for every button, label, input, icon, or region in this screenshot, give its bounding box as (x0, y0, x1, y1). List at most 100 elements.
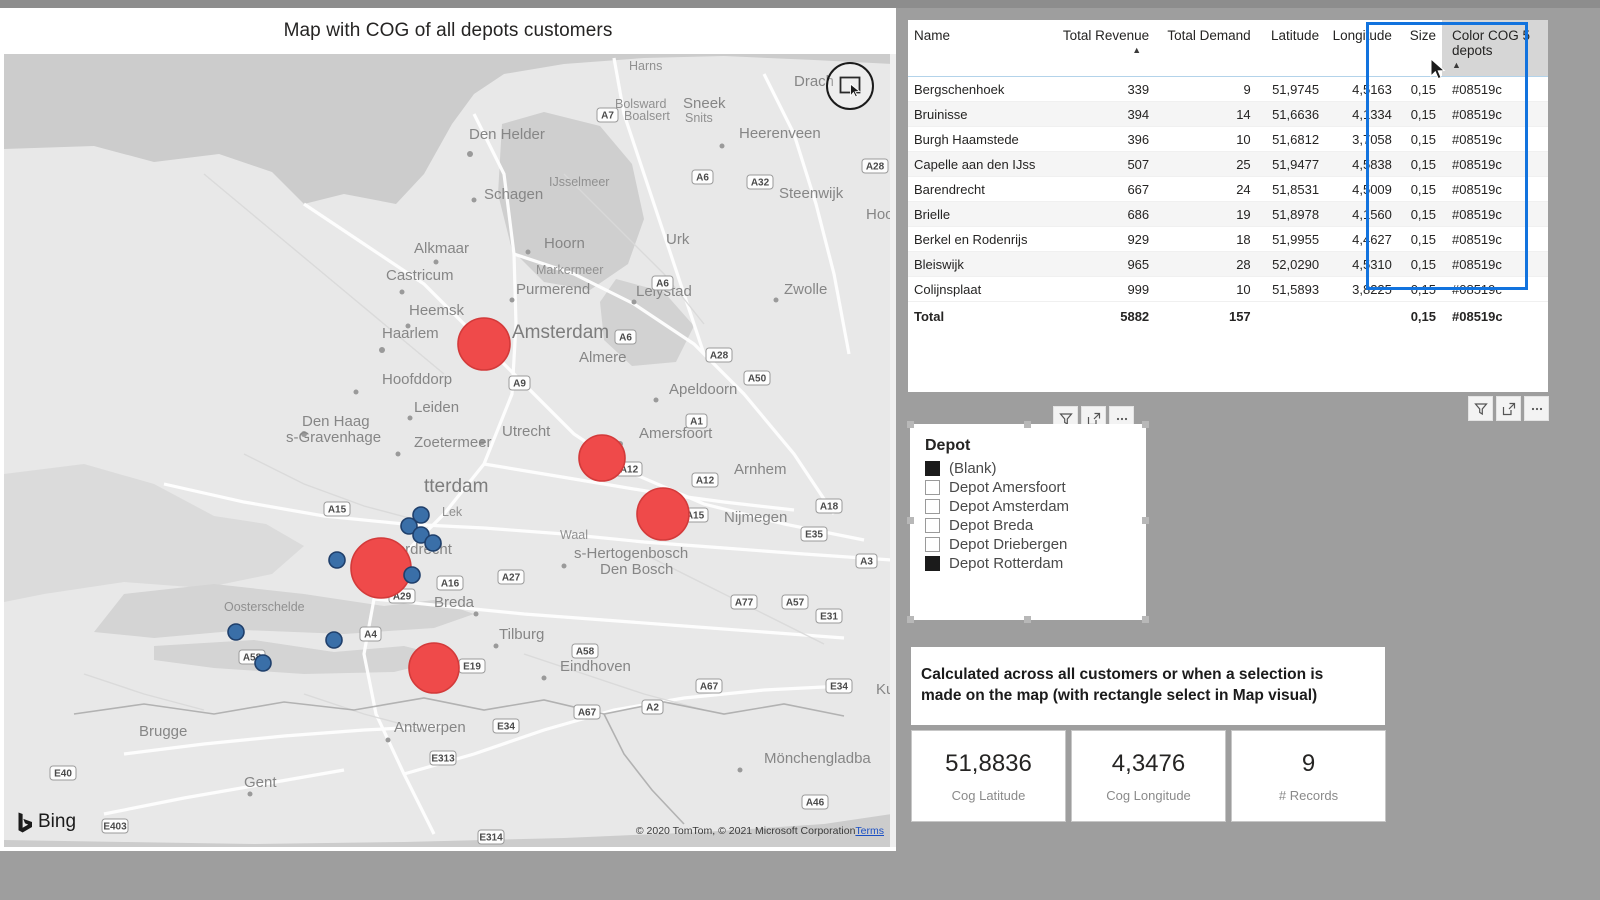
table-row[interactable]: Berkel en Rodenrijs 929 18 51,9955 4,4627 0,1… (908, 226, 1548, 252)
row-color: #08519c (1442, 176, 1548, 202)
total-revenue: 5882 (1053, 301, 1156, 331)
depot-bubble[interactable] (408, 642, 460, 694)
row-color: #08519c (1442, 126, 1548, 152)
depot-markers[interactable] (350, 317, 690, 694)
row-color: #08519c (1442, 201, 1548, 227)
slicer-item-depot-breda[interactable]: Depot Breda (925, 517, 1131, 534)
customer-markers[interactable] (227, 506, 442, 672)
slicer-item-depot-rotterdam[interactable]: Depot Rotterdam (925, 555, 1131, 572)
checkbox-icon[interactable] (925, 480, 940, 495)
resize-handle[interactable] (1142, 517, 1149, 524)
kpi-value: 4,3476 (1111, 749, 1186, 777)
resize-handle[interactable] (1024, 421, 1031, 428)
kpi-value: 51,8836 (945, 749, 1032, 777)
table-total-row: Total 5882 157 0,15 #08519c (908, 301, 1548, 331)
resize-handle[interactable] (907, 421, 914, 428)
report-canvas: Map with COG of all depots customers Har… (0, 0, 1600, 900)
table-row[interactable]: Bleiswijk 965 28 52,0290 4,5310 0,15 #08519c (908, 251, 1548, 277)
customer-bubble[interactable] (325, 631, 343, 649)
table-row[interactable]: Brielle 686 19 51,8978 4,1560 0,15 #08519c (908, 201, 1548, 227)
kpi-value: 9 (1301, 749, 1316, 777)
row-color: #08519c (1442, 251, 1548, 277)
column-label-color-cog: Color COG 5 depots (1452, 28, 1531, 58)
more-options-icon[interactable] (1524, 396, 1549, 421)
slicer-item-label: (Blank) (949, 460, 997, 477)
row-name: Berkel en Rodenrijs (908, 226, 1054, 252)
row-size: 0,15 (1397, 176, 1443, 202)
row-latitude: 51,9955 (1256, 226, 1326, 252)
kpi-card-cog-latitude[interactable]: 51,8836 Cog Latitude (911, 730, 1066, 822)
row-size: 0,15 (1397, 276, 1443, 302)
slicer-item-label: Depot Rotterdam (949, 555, 1064, 572)
row-total-demand: 19 (1155, 201, 1257, 227)
row-total-revenue: 929 (1053, 226, 1156, 252)
kpi-card-records[interactable]: 9 # Records (1231, 730, 1386, 822)
table-row[interactable]: Burgh Haamstede 396 10 51,6812 3,7058 0,15 #08… (908, 126, 1548, 152)
depot-bubble[interactable] (578, 434, 626, 482)
resize-handle[interactable] (907, 517, 914, 524)
slicer-item-label: Depot Breda (949, 517, 1034, 534)
slicer-item-depot-amersfoort[interactable]: Depot Amersfoort (925, 479, 1131, 496)
kpi-label: # Records (1278, 787, 1339, 803)
row-name: Brielle (908, 201, 1054, 227)
map-title: Map with COG of all depots customers (283, 20, 613, 41)
sort-ascending-icon: ▲ (1132, 45, 1142, 55)
resize-handle[interactable] (907, 616, 914, 623)
depot-slicer[interactable]: Depot (Blank) Depot Amersfoort Depot Amste… (907, 421, 1149, 623)
checkbox-icon[interactable] (925, 537, 940, 552)
row-longitude: 3,8225 (1325, 276, 1398, 302)
checkbox-icon[interactable] (925, 461, 940, 476)
table-visual[interactable]: Name Total Revenue ▲ Total Demand Latitu… (908, 20, 1548, 392)
map-canvas[interactable]: Harns Drach Bolsward Boalsert Sneek Snits Den … (4, 54, 892, 847)
depot-bubble[interactable] (350, 537, 412, 599)
map-scrollbar[interactable] (890, 54, 896, 847)
customer-bubble[interactable] (254, 654, 272, 672)
row-longitude: 4,5310 (1325, 251, 1398, 277)
column-header-name[interactable]: Name (908, 20, 1054, 77)
slicer-item-blank[interactable]: (Blank) (925, 460, 1131, 477)
map-markers-layer[interactable] (4, 54, 892, 847)
column-header-latitude[interactable]: Latitude (1256, 20, 1326, 77)
row-total-revenue: 999 (1053, 276, 1156, 302)
checkbox-icon[interactable] (925, 499, 940, 514)
kpi-card-cog-longitude[interactable]: 4,3476 Cog Longitude (1071, 730, 1226, 822)
kpi-label: Cog Latitude (951, 787, 1026, 803)
slicer-item-depot-amsterdam[interactable]: Depot Amsterdam (925, 498, 1131, 515)
map-terms-link[interactable]: Terms (855, 825, 884, 837)
row-longitude: 4,5838 (1325, 151, 1398, 177)
depot-bubble[interactable] (636, 487, 690, 541)
row-longitude: 4,5009 (1325, 176, 1398, 202)
focus-mode-icon[interactable] (1496, 396, 1521, 421)
column-header-total-demand[interactable]: Total Demand (1155, 20, 1257, 77)
slicer-item-depot-driebergen[interactable]: Depot Driebergen (925, 536, 1131, 553)
total-latitude (1256, 301, 1326, 331)
table-row[interactable]: Barendrecht 667 24 51,8531 4,5009 0,15 #08519c (908, 176, 1548, 202)
row-color: #08519c (1442, 151, 1548, 177)
table-row[interactable]: Colijnsplaat 999 10 51,5893 3,8225 0,15 #08519… (908, 276, 1548, 302)
rectangle-select-icon[interactable] (826, 62, 874, 110)
customer-bubble[interactable] (424, 534, 442, 552)
row-total-demand: 25 (1155, 151, 1257, 177)
description-line-1: Calculated across all customers or when … (921, 666, 1324, 684)
map-visual[interactable]: Map with COG of all depots customers Har… (0, 8, 896, 851)
row-latitude: 51,8978 (1256, 201, 1326, 227)
row-latitude: 51,6812 (1256, 126, 1326, 152)
table-toolbar[interactable] (1468, 396, 1549, 421)
table-row[interactable]: Bergschenhoek 339 9 51,9745 4,5163 0,15 #08519… (908, 76, 1548, 102)
column-header-longitude[interactable]: Longitude (1325, 20, 1398, 77)
customer-bubble[interactable] (328, 551, 346, 569)
filter-icon[interactable] (1468, 396, 1493, 421)
customer-bubble[interactable] (227, 623, 245, 641)
table-row[interactable]: Capelle aan den IJss 507 25 51,9477 4,5838 0,… (908, 151, 1548, 177)
depot-bubble[interactable] (457, 317, 511, 371)
row-size: 0,15 (1397, 226, 1443, 252)
column-header-total-revenue[interactable]: Total Revenue ▲ (1053, 20, 1156, 77)
checkbox-icon[interactable] (925, 556, 940, 571)
customer-bubble[interactable] (403, 566, 421, 584)
column-header-color-cog[interactable]: Color COG 5 depots ▲ (1442, 20, 1548, 77)
resize-handle[interactable] (1024, 616, 1031, 623)
resize-handle[interactable] (1142, 616, 1149, 623)
table-row[interactable]: Bruinisse 394 14 51,6636 4,1334 0,15 #08519c (908, 101, 1548, 127)
resize-handle[interactable] (1142, 421, 1149, 428)
checkbox-icon[interactable] (925, 518, 940, 533)
